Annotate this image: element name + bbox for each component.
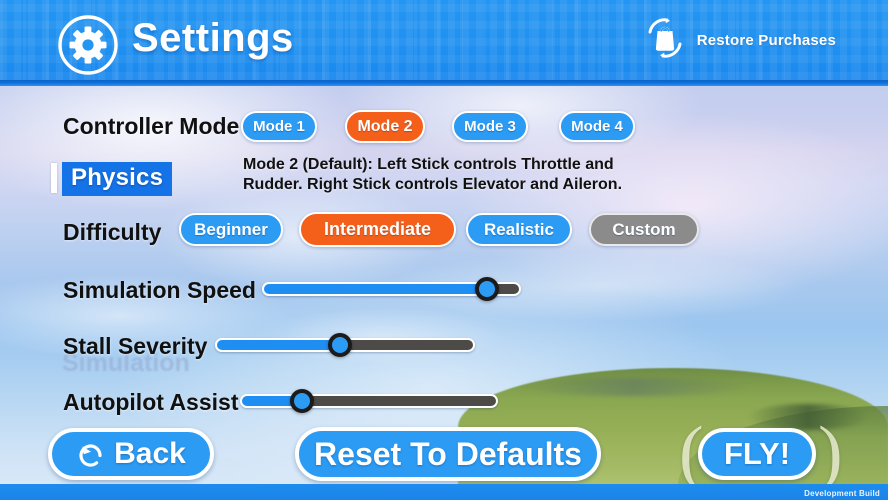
difficulty-option-realistic-label: Realistic bbox=[484, 219, 554, 239]
development-build-watermark: Development Build bbox=[804, 489, 880, 498]
physics-tab[interactable]: Physics bbox=[62, 162, 173, 196]
slider-autopilot-assist[interactable] bbox=[240, 389, 498, 413]
controller-mode-option-4-label: Mode 4 bbox=[571, 118, 623, 135]
slider-stall-severity[interactable] bbox=[215, 333, 475, 357]
slider-fill bbox=[262, 282, 487, 296]
back-button-label: Back bbox=[114, 437, 186, 470]
restore-purchases-bag-icon bbox=[643, 15, 687, 66]
slider-fill bbox=[215, 338, 340, 352]
slider-knob[interactable] bbox=[328, 333, 352, 357]
reset-to-defaults-label: Reset To Defaults bbox=[314, 435, 582, 472]
controller-mode-option-1-label: Mode 1 bbox=[253, 118, 305, 135]
header-bottom-border bbox=[0, 80, 888, 86]
difficulty-option-realistic[interactable]: Realistic bbox=[466, 213, 572, 246]
slider-label-stall-severity: Stall Severity bbox=[63, 333, 208, 359]
footer-bar bbox=[0, 484, 888, 500]
controller-mode-label: Controller Mode bbox=[63, 113, 240, 139]
page-title: Settings bbox=[132, 16, 294, 60]
slider-knob[interactable] bbox=[475, 277, 499, 301]
difficulty-option-beginner-label: Beginner bbox=[194, 219, 268, 239]
difficulty-option-custom[interactable]: Custom bbox=[589, 213, 699, 246]
controller-mode-option-4[interactable]: Mode 4 bbox=[559, 111, 635, 142]
controller-mode-option-1[interactable]: Mode 1 bbox=[241, 111, 317, 142]
difficulty-label: Difficulty bbox=[63, 219, 162, 245]
physics-tab-cursor bbox=[51, 163, 57, 193]
slider-knob[interactable] bbox=[290, 389, 314, 413]
restore-purchases-label: Restore Purchases bbox=[696, 31, 836, 49]
fly-button-label: FLY! bbox=[723, 436, 791, 471]
slider-simulation-speed[interactable] bbox=[262, 277, 521, 301]
difficulty-option-intermediate-label: Intermediate bbox=[323, 219, 432, 239]
difficulty-option-intermediate[interactable]: Intermediate bbox=[299, 212, 456, 247]
controller-mode-option-3[interactable]: Mode 3 bbox=[452, 111, 528, 142]
controller-mode-description: Mode 2 (Default): Left Stick controls Th… bbox=[243, 156, 623, 193]
restore-purchases-button[interactable]: Restore Purchases bbox=[643, 17, 836, 62]
undo-arrow-icon bbox=[76, 439, 106, 469]
controller-mode-option-2[interactable]: Mode 2 bbox=[345, 110, 425, 143]
reset-to-defaults-button[interactable]: Reset To Defaults bbox=[295, 427, 601, 481]
slider-label-simulation-speed: Simulation Speed bbox=[63, 277, 256, 303]
back-button[interactable]: Back bbox=[48, 428, 214, 480]
difficulty-option-beginner[interactable]: Beginner bbox=[179, 213, 283, 246]
controller-mode-option-2-label: Mode 2 bbox=[357, 117, 413, 135]
settings-screen: Settings Restore Purchases Controller Mo… bbox=[0, 0, 888, 500]
slider-label-autopilot-assist: Autopilot Assist bbox=[63, 389, 239, 415]
difficulty-option-custom-label: Custom bbox=[612, 219, 676, 239]
fly-button[interactable]: FLY! bbox=[698, 428, 816, 480]
tree-cluster-background bbox=[748, 404, 868, 430]
gear-icon bbox=[57, 14, 119, 76]
tree-line-background bbox=[518, 378, 748, 396]
controller-mode-option-3-label: Mode 3 bbox=[464, 118, 516, 135]
